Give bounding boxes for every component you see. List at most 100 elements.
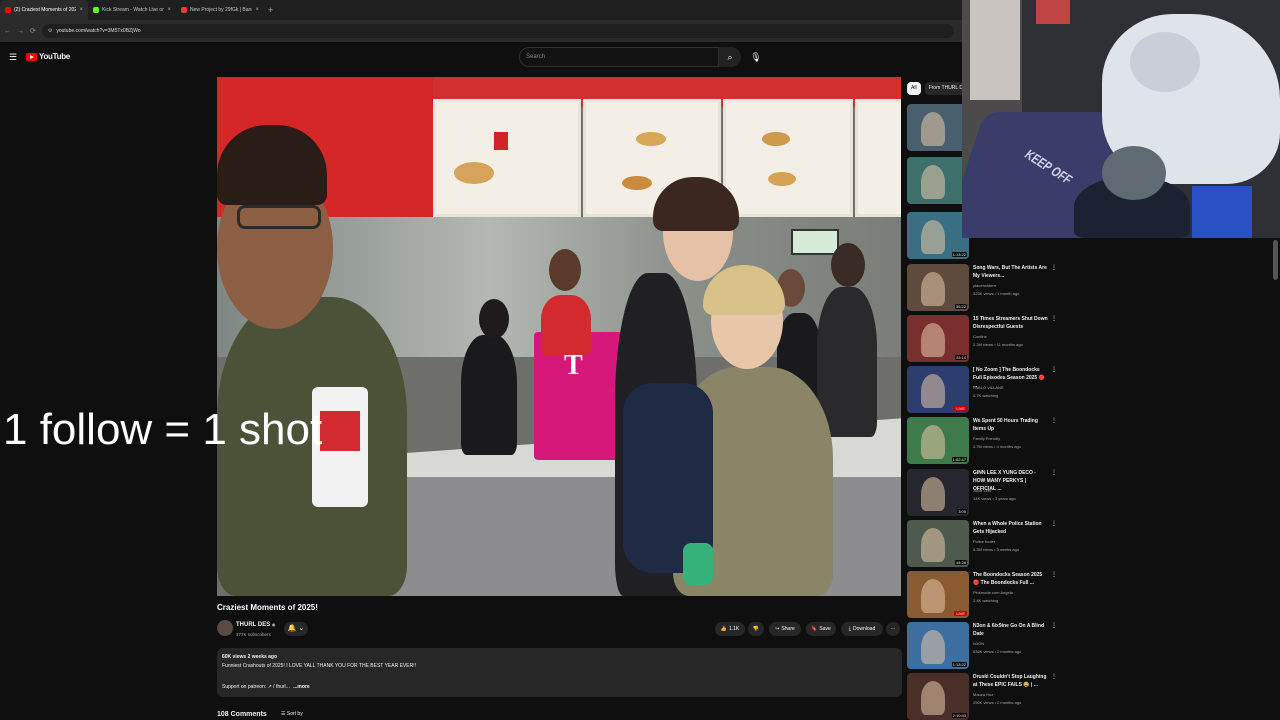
browser-tab-youtube[interactable]: (2) Craziest Moments of 2025 ×: [0, 0, 88, 20]
video-thumbnail[interactable]: 1:13:22: [907, 622, 969, 669]
video-thumbnail[interactable]: 36:22: [907, 264, 969, 311]
search-icon[interactable]: ⌕: [719, 47, 741, 67]
sidebar-video-title[interactable]: Druski Couldn't Stop Laughing at These E…: [973, 673, 1049, 689]
sidebar-video-title[interactable]: Song Wars, But The Artists Are My Viewer…: [973, 264, 1049, 280]
sidebar-video-meta: 2.2M views • 11 months ago: [973, 342, 1023, 347]
more-options-icon[interactable]: ⋮: [1051, 520, 1057, 527]
url-field[interactable]: ⚙ youtube.com/watch?v=3M5Tx0BZjWo: [41, 24, 954, 38]
hamburger-menu-icon[interactable]: ☰: [9, 52, 17, 63]
sidebar-video-meta: 636K views • 2 months ago: [973, 649, 1022, 654]
sidebar-video-title[interactable]: The Boondocks Season 2025 🔴 The Boondock…: [973, 571, 1049, 587]
more-options-icon[interactable]: ⋮: [1051, 571, 1057, 578]
tab-label: Kick Stream - Watch Live on: [102, 7, 165, 13]
page-scrollbar[interactable]: [1273, 240, 1278, 280]
video-thumbnail[interactable]: 1:13:22: [907, 212, 969, 259]
sidebar-channel-name[interactable]: Police footer: [973, 539, 995, 544]
sidebar-video-meta: 2.4K watching: [973, 598, 999, 603]
notification-bell-button[interactable]: 🔔 ⌄: [284, 622, 308, 636]
video-thumbnail[interactable]: 25:14: [907, 315, 969, 362]
share-button[interactable]: ↪ Share: [769, 622, 801, 636]
like-button[interactable]: 👍 1.1K: [715, 622, 745, 636]
sidebar-channel-name[interactable]: Family Friendly: [973, 436, 1000, 441]
video-player[interactable]: T: [217, 77, 901, 596]
duration-badge: 1:13:22: [951, 252, 967, 257]
more-actions-button[interactable]: ⋯: [886, 622, 900, 636]
more-options-icon[interactable]: ⋮: [1051, 622, 1057, 629]
sidebar-channel-name[interactable]: Juice Leel: [973, 488, 991, 493]
kick-favicon-icon: [93, 7, 99, 13]
food-image: [454, 162, 494, 184]
channel-name[interactable]: THURL DES ◉: [236, 622, 275, 628]
food-image: [622, 176, 652, 190]
support-text[interactable]: Support on patreon: ↗ / thurl...: [222, 684, 290, 690]
sidebar-video-title[interactable]: We Spent 50 Hours Trading Items Up: [973, 417, 1049, 433]
sidebar-video-item[interactable]: 3:09 GINN LEE X YUNG DECO - HOW MANY PERK…: [907, 469, 1057, 517]
close-tab-icon[interactable]: ×: [167, 7, 171, 13]
menu-board-panel: [723, 99, 853, 217]
download-button[interactable]: ⤓ Download: [841, 622, 883, 636]
sidebar-channel-name[interactable]: placeholderrr: [973, 283, 996, 288]
more-options-icon[interactable]: ⋮: [1051, 366, 1057, 373]
channel-avatar[interactable]: [217, 620, 233, 636]
sidebar-channel-name[interactable]: Confine: [973, 334, 987, 339]
new-tab-button[interactable]: +: [264, 5, 273, 15]
back-button[interactable]: ←: [4, 28, 11, 35]
site-info-icon[interactable]: ⚙: [48, 28, 52, 34]
chip-all[interactable]: All: [907, 82, 921, 95]
sidebar-video-item[interactable]: 1:13:22 N3on & 6ix9ine Go On A Blind Date…: [907, 622, 1057, 670]
sidebar-video-item[interactable]: 2:10:53 Druski Couldn't Stop Laughing at …: [907, 673, 1057, 720]
sidebar-channel-name[interactable]: N3ON: [973, 641, 984, 646]
close-tab-icon[interactable]: ×: [79, 7, 83, 13]
search-input[interactable]: Search: [519, 47, 719, 67]
show-more-link[interactable]: ...more: [293, 684, 309, 690]
video-thumbnail[interactable]: [907, 157, 969, 204]
comments-count: 108 Comments: [217, 711, 267, 718]
browser-tab-bandlab[interactable]: New Project by 29fGk | Bandl ×: [176, 0, 264, 20]
description-box[interactable]: 60K views 2 weeks ago Funniest Crashouts…: [217, 648, 902, 697]
video-thumbnail[interactable]: 2:10:53: [907, 673, 969, 720]
sidebar-video-title[interactable]: N3on & 6ix9ine Go On A Blind Date: [973, 622, 1049, 638]
microphone-icon[interactable]: 🎙: [748, 47, 764, 67]
more-options-icon[interactable]: ⋮: [1051, 673, 1057, 680]
youtube-play-icon: [26, 52, 37, 61]
sidebar-video-item[interactable]: 25:14 15 Times Streamers Shut Down Disres…: [907, 315, 1057, 363]
sort-by-button[interactable]: ☰ Sort by: [281, 711, 303, 717]
video-thumbnail[interactable]: [907, 104, 969, 151]
more-options-icon[interactable]: ⋮: [1051, 417, 1057, 424]
reload-button[interactable]: ⟳: [30, 27, 36, 35]
thumbnail-figure: [921, 220, 945, 254]
rug-text: KEEP OFF: [1021, 146, 1076, 188]
sidebar-video-item[interactable]: 44:28 When a Whole Police Station Gets Hi…: [907, 520, 1057, 568]
video-thumbnail[interactable]: LIVE: [907, 571, 969, 618]
customer-glasses: [237, 205, 321, 229]
youtube-logo[interactable]: YouTube: [26, 52, 70, 61]
more-options-icon[interactable]: ⋮: [1051, 315, 1057, 322]
dislike-button[interactable]: 👎: [748, 622, 764, 636]
thumbs-down-icon: 👎: [752, 626, 760, 632]
cup-logo: [320, 411, 360, 451]
sidebar-channel-name[interactable]: PABLO VILLANE: [973, 385, 1004, 390]
sidebar-video-title[interactable]: 15 Times Streamers Shut Down Disrespectf…: [973, 315, 1049, 331]
save-button[interactable]: 🔖 Save: [806, 622, 836, 636]
close-tab-icon[interactable]: ×: [255, 7, 259, 13]
browser-tab-kick[interactable]: Kick Stream - Watch Live on ×: [88, 0, 176, 20]
sidebar-video-item[interactable]: 36:22 Song Wars, But The Artists Are My V…: [907, 264, 1057, 312]
subscriber-count: 377K subscribers: [236, 632, 271, 637]
sidebar-video-item[interactable]: LIVE[ No Zoom ] The Boondocks Full Episo…: [907, 366, 1057, 414]
youtube-favicon-icon: [5, 7, 11, 13]
video-thumbnail[interactable]: 3:09: [907, 469, 969, 516]
video-thumbnail[interactable]: 44:28: [907, 520, 969, 567]
thumbnail-figure: [921, 112, 945, 146]
more-options-icon[interactable]: ⋮: [1051, 264, 1057, 271]
sidebar-channel-name[interactable]: Pinkmode.com Angela: [973, 590, 1013, 595]
video-thumbnail[interactable]: LIVE: [907, 366, 969, 413]
sidebar-video-item[interactable]: LIVE The Boondocks Season 2025 🔴 The Boon…: [907, 571, 1057, 619]
forward-button[interactable]: →: [17, 28, 24, 35]
video-thumbnail[interactable]: 1:02:47: [907, 417, 969, 464]
more-options-icon[interactable]: ⋮: [1051, 469, 1057, 476]
sidebar-video-item[interactable]: 1:02:47 We Spent 50 Hours Trading Items U…: [907, 417, 1057, 465]
staff-head: [479, 299, 509, 339]
webcam-blanket: [1130, 32, 1200, 92]
sidebar-video-title[interactable]: When a Whole Police Station Gets Hijacke…: [973, 520, 1049, 536]
sidebar-channel-name[interactable]: Mauza Hoz: [973, 692, 993, 697]
